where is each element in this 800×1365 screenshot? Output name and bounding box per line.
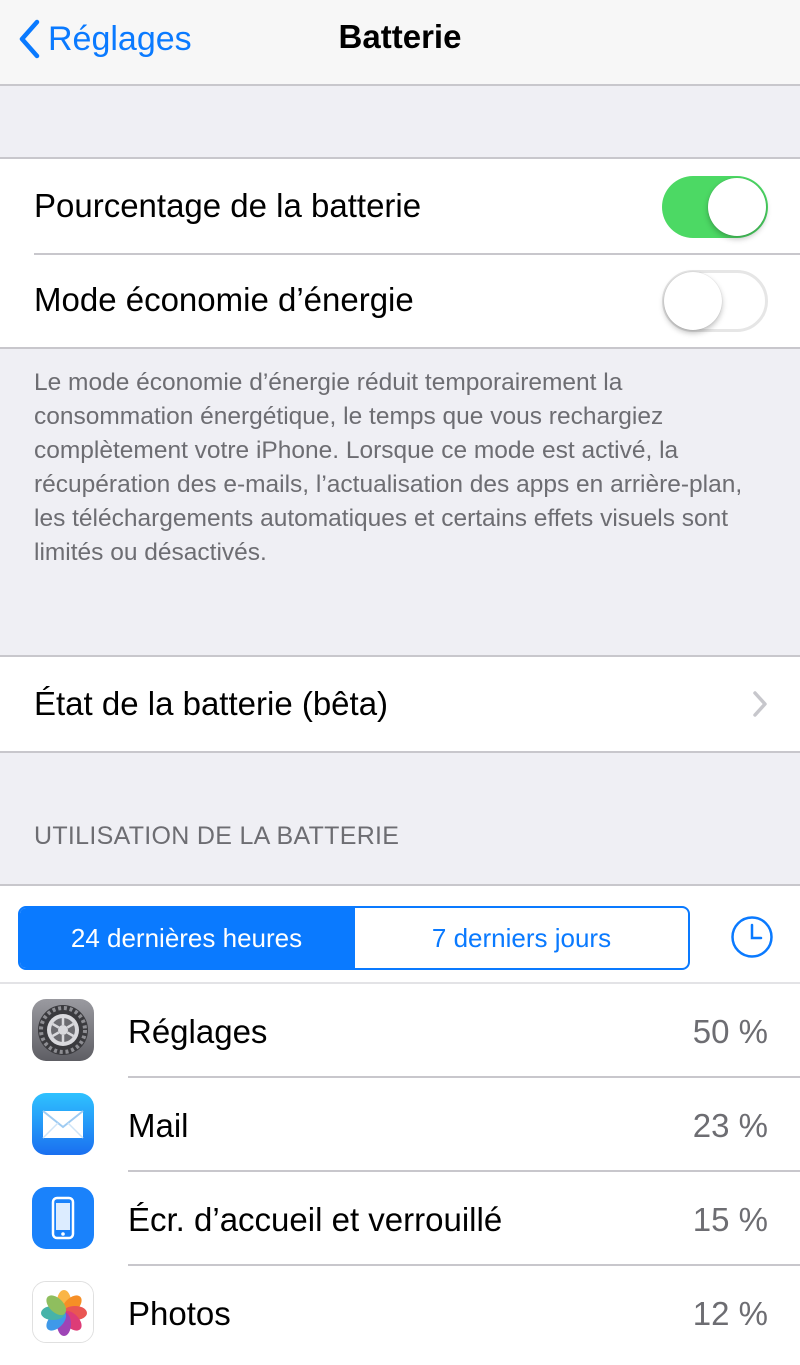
app-name: Mail — [128, 1107, 189, 1144]
battery-settings-group: Pourcentage de la batterie Mode économie… — [0, 157, 800, 349]
navigation-bar: Réglages Batterie — [0, 0, 800, 86]
low-power-mode-description: Le mode économie d’énergie réduit tempor… — [34, 369, 743, 566]
home-lock-screen-icon — [32, 1187, 94, 1249]
settings-app-icon — [32, 999, 94, 1061]
segment-last-7-days[interactable]: 7 derniers jours — [353, 908, 688, 968]
battery-percentage-row: Pourcentage de la batterie — [0, 159, 800, 253]
battery-percentage-label: Pourcentage de la batterie — [34, 187, 422, 224]
toggle-knob — [708, 178, 766, 236]
app-usage-percent: 23 % — [692, 1107, 768, 1144]
app-usage-row-photos[interactable]: Photos 12 % — [0, 1266, 800, 1360]
app-usage-row-mail[interactable]: Mail 23 % — [0, 1078, 800, 1172]
page-title: Batterie — [338, 18, 462, 55]
app-name: Écr. d’accueil et verrouillé — [128, 1201, 503, 1238]
app-usage-percent: 50 % — [692, 1013, 768, 1050]
battery-health-row[interactable]: État de la batterie (bêta) — [0, 657, 800, 751]
photos-app-icon — [32, 1281, 94, 1343]
app-usage-row-home-lock-screen[interactable]: Écr. d’accueil et verrouillé 15 % — [0, 1172, 800, 1266]
app-usage-percent: 15 % — [692, 1201, 768, 1238]
low-power-mode-toggle[interactable] — [662, 270, 768, 332]
battery-health-label: État de la batterie (bêta) — [34, 685, 389, 722]
clock-icon[interactable] — [730, 915, 774, 959]
low-power-mode-row: Mode économie d’énergie — [0, 253, 800, 347]
app-name: Réglages — [128, 1013, 268, 1050]
time-range-segmented-control: 24 dernières heures 7 derniers jours — [18, 906, 690, 970]
battery-health-group: État de la batterie (bêta) — [0, 655, 800, 753]
toggle-knob — [664, 272, 722, 330]
app-usage-row-settings[interactable]: Réglages 50 % — [0, 984, 800, 1078]
chevron-right-icon — [753, 691, 767, 717]
low-power-mode-label: Mode économie d’énergie — [34, 281, 414, 318]
mail-app-icon — [32, 1093, 94, 1155]
battery-percentage-toggle[interactable] — [662, 176, 768, 238]
app-name: Photos — [128, 1295, 231, 1332]
battery-usage-section-header: UTILISATION DE LA BATTERIE — [34, 822, 400, 850]
app-usage-percent: 12 % — [692, 1295, 768, 1332]
segment-last-24-hours[interactable]: 24 dernières heures — [20, 908, 353, 968]
battery-usage-panel: 24 dernières heures 7 derniers jours Rég… — [0, 884, 800, 1365]
